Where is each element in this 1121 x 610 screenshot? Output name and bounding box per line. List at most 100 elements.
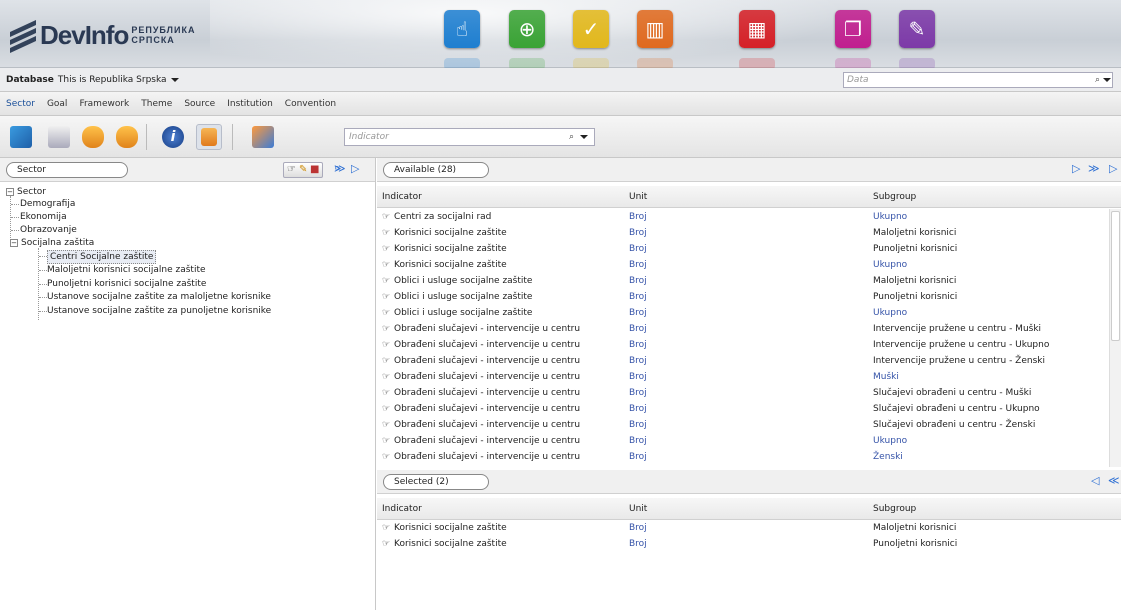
tab-sector[interactable]: Sector <box>6 99 35 109</box>
table-row[interactable]: ☞ Obrađeni slučajevi - intervencije u cen… <box>377 417 1107 433</box>
chevron-right-icon[interactable]: ▷ <box>351 163 359 174</box>
indicator-cell[interactable]: ☞ Centri za socijalni rad <box>382 209 491 225</box>
subgroup-cell[interactable]: Punoljetni korisnici <box>873 536 957 552</box>
document-icon[interactable]: ✎ <box>899 10 935 70</box>
subgroup-cell[interactable]: Punoljetni korisnici <box>873 289 957 305</box>
unit-cell[interactable]: Broj <box>629 520 647 536</box>
print-icon[interactable] <box>46 124 72 150</box>
unit-cell[interactable]: Broj <box>629 401 647 417</box>
column-subgroup[interactable]: Subgroup <box>873 192 916 202</box>
indicator-cell[interactable]: ☞ Obrađeni slučajevi - intervencije u cen… <box>382 337 580 353</box>
chevron-right-icon[interactable]: ▷ <box>1072 163 1080 174</box>
indicator-search-input[interactable]: Indicator ⌕ <box>344 128 595 146</box>
table-row[interactable]: ☞ Oblici i usluge socijalne zaštite Broj Pu… <box>377 289 1107 305</box>
tree-node-socijalna-zastita[interactable]: − Socijalna zaštita <box>10 237 94 249</box>
indicator-cell[interactable]: ☞ Obrađeni slučajevi - intervencije u cen… <box>382 353 580 369</box>
unit-cell[interactable]: Broj <box>629 289 647 305</box>
subgroup-cell[interactable]: Slučajevi obrađeni u centru - Ženski <box>873 417 1035 433</box>
unit-cell[interactable]: Broj <box>629 337 647 353</box>
tree-node-subsector[interactable]: Ustanove socijalne zaštite za punoljetne… <box>47 305 271 317</box>
unit-cell[interactable]: Broj <box>629 369 647 385</box>
touch-icon[interactable]: ☝ <box>444 10 480 70</box>
indicator-cell[interactable]: ☞ Korisnici socijalne zaštite <box>382 257 507 273</box>
check-icon[interactable]: ✓ <box>573 10 609 70</box>
table-row[interactable]: ☞ Obrađeni slučajevi - intervencije u cen… <box>377 433 1107 449</box>
table-row[interactable]: ☞ Korisnici socijalne zaštite Broj Punoljet… <box>377 241 1107 257</box>
chevron-down-icon[interactable] <box>170 77 179 82</box>
search-icon[interactable]: ⌕ <box>1095 73 1100 87</box>
globe-icon[interactable]: ⊕ <box>509 10 545 70</box>
available-scrollbar[interactable] <box>1109 209 1121 467</box>
indicator-cell[interactable]: ☞ Obrađeni slučajevi - intervencije u cen… <box>382 369 580 385</box>
indicator-cell[interactable]: ☞ Oblici i usluge socijalne zaštite <box>382 305 532 321</box>
data-search-input[interactable]: Data ⌕ <box>843 72 1113 88</box>
database-selector[interactable]: This is Republika Srpska <box>58 75 167 85</box>
column-unit[interactable]: Unit <box>629 504 647 514</box>
tree-node-child[interactable]: Demografija <box>20 198 75 210</box>
search-icon[interactable]: ⌕ <box>569 129 574 145</box>
chevron-down-icon[interactable] <box>580 135 588 139</box>
subgroup-cell[interactable]: Slučajevi obrađeni u centru - Muški <box>873 385 1031 401</box>
table-row[interactable]: ☞ Oblici i usluge socijalne zaštite Broj Ma… <box>377 273 1107 289</box>
scroll-thumb[interactable] <box>1111 211 1120 341</box>
tree-tools-button[interactable]: ☞ ✎ ■ <box>283 162 323 178</box>
indicator-cell[interactable]: ☞ Obrađeni slučajevi - intervencije u cen… <box>382 433 580 449</box>
info-icon[interactable]: i <box>160 124 186 150</box>
tree-node-subsector[interactable]: Maloljetni korisnici socijalne zaštite <box>47 264 206 276</box>
unit-cell[interactable]: Broj <box>629 385 647 401</box>
tab-source[interactable]: Source <box>184 99 215 109</box>
subgroup-cell[interactable]: Slučajevi obrađeni u centru - Ukupno <box>873 401 1040 417</box>
indicator-cell[interactable]: ☞ Korisnici socijalne zaštite <box>382 536 507 552</box>
subgroup-cell[interactable]: Ukupno <box>873 433 907 449</box>
subgroup-cell[interactable]: Ukupno <box>873 209 907 225</box>
table-row[interactable]: ☞ Obrađeni slučajevi - intervencije u cen… <box>377 353 1107 369</box>
subgroup-cell[interactable]: Intervencije pružene u centru - Ukupno <box>873 337 1049 353</box>
subgroup-cell[interactable]: Ukupno <box>873 257 907 273</box>
subgroup-cell[interactable]: Muški <box>873 369 899 385</box>
windows-icon[interactable]: ❐ <box>835 10 871 70</box>
table-row[interactable]: ☞ Korisnici socijalne zaštite Broj Maloljet… <box>377 225 1107 241</box>
tree-node-child[interactable]: Obrazovanje <box>20 224 77 236</box>
unit-cell[interactable]: Broj <box>629 321 647 337</box>
unit-cell[interactable]: Broj <box>629 305 647 321</box>
unit-cell[interactable]: Broj <box>629 353 647 369</box>
double-chevron-right-icon[interactable]: ≫ <box>1088 163 1100 174</box>
unit-cell[interactable]: Broj <box>629 257 647 273</box>
tab-goal[interactable]: Goal <box>47 99 68 109</box>
open-folder-icon[interactable] <box>8 124 34 150</box>
indicator-cell[interactable]: ☞ Obrađeni slučajevi - intervencije u cen… <box>382 321 580 337</box>
collapse-icon[interactable]: − <box>10 239 18 247</box>
indicator-cell[interactable]: ☞ Obrađeni slučajevi - intervencije u cen… <box>382 401 580 417</box>
column-indicator[interactable]: Indicator <box>382 504 422 514</box>
table-row[interactable]: ☞ Obrađeni slučajevi - intervencije u cen… <box>377 449 1107 465</box>
indicator-cell[interactable]: ☞ Korisnici socijalne zaštite <box>382 241 507 257</box>
indicator-cell[interactable]: ☞ Oblici i usluge socijalne zaštite <box>382 273 532 289</box>
table-row[interactable]: ☞ Obrađeni slučajevi - intervencije u cen… <box>377 321 1107 337</box>
indicator-cell[interactable]: ☞ Korisnici socijalne zaštite <box>382 520 507 536</box>
tree-node-sector[interactable]: − Sector <box>6 186 46 198</box>
unit-cell[interactable]: Broj <box>629 433 647 449</box>
subgroup-cell[interactable]: Intervencije pružene u centru - Muški <box>873 321 1041 337</box>
sort-icon[interactable] <box>196 124 222 150</box>
indicator-cell[interactable]: ☞ Obrađeni slučajevi - intervencije u cen… <box>382 417 580 433</box>
tree-node-subsector[interactable]: Punoljetni korisnici socijalne zaštite <box>47 278 206 290</box>
grid-icon[interactable]: ▦ <box>739 10 775 70</box>
tab-institution[interactable]: Institution <box>227 99 273 109</box>
table-row[interactable]: ☞ Obrađeni slučajevi - intervencije u cen… <box>377 401 1107 417</box>
subgroup-cell[interactable]: Maloljetni korisnici <box>873 520 956 536</box>
database-icon[interactable] <box>80 124 106 150</box>
subgroup-cell[interactable]: Intervencije pružene u centru - Ženski <box>873 353 1045 369</box>
refresh-icon[interactable] <box>250 124 276 150</box>
indicator-cell[interactable]: ☞ Oblici i usluge socijalne zaštite <box>382 289 532 305</box>
subgroup-cell[interactable]: Punoljetni korisnici <box>873 241 957 257</box>
tab-convention[interactable]: Convention <box>285 99 336 109</box>
subgroup-cell[interactable]: Ukupno <box>873 305 907 321</box>
indicator-cell[interactable]: ☞ Obrađeni slučajevi - intervencije u cen… <box>382 385 580 401</box>
tab-theme[interactable]: Theme <box>141 99 172 109</box>
chevron-down-icon[interactable] <box>1103 78 1111 82</box>
column-unit[interactable]: Unit <box>629 192 647 202</box>
table-row[interactable]: ☞ Korisnici socijalne zaštite Broj Ukupno <box>377 257 1107 273</box>
subgroup-cell[interactable]: Maloljetni korisnici <box>873 225 956 241</box>
tree-node-subsector[interactable]: Ustanove socijalne zaštite za maloljetne… <box>47 291 271 303</box>
table-row[interactable]: ☞ Obrađeni slučajevi - intervencije u cen… <box>377 369 1107 385</box>
